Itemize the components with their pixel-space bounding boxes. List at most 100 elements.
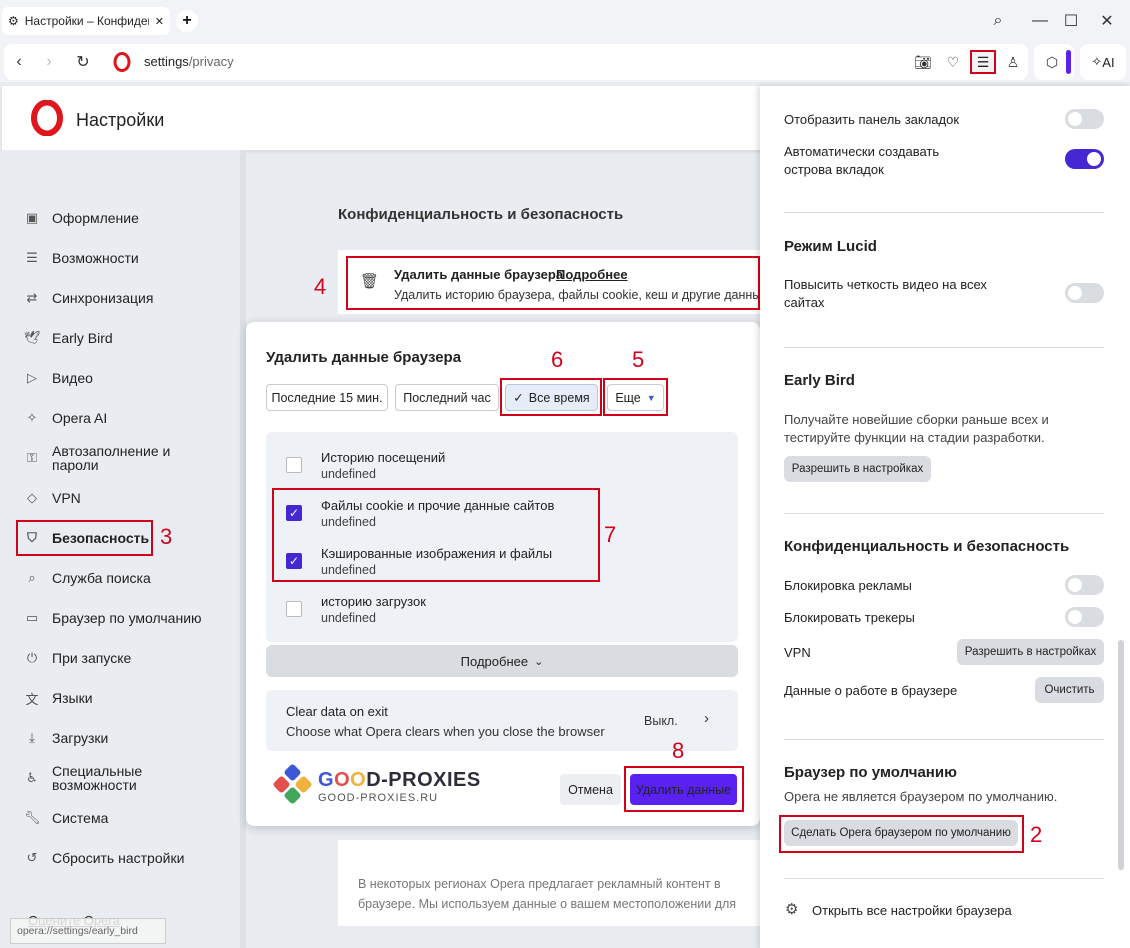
tab-search-icon[interactable]: ⌕ [984,8,1012,34]
minimize-button[interactable]: — [1026,8,1054,34]
highlight-box-more [603,378,668,416]
accessibility-icon: ♿︎ [26,770,38,785]
range-chip-15-min[interactable]: Последние 15 мин. [266,384,388,411]
wrench-icon: 🔧︎ [24,810,41,825]
forward-icon[interactable]: › [38,52,60,72]
ad-block-toggle[interactable] [1065,575,1104,595]
early-bird-title: Early Bird [784,372,855,389]
clear-on-exit-title: Clear data on exit [286,704,388,719]
downloads-checkbox[interactable] [286,601,302,617]
trackers-label: Блокировать трекеры [784,610,915,625]
browser-icon: ▭ [25,610,39,625]
cube-icon[interactable]: ⬡ [1041,52,1063,72]
camera-icon[interactable]: 📷︎ [912,52,934,72]
download-icon: ⤓ [29,730,35,745]
sidebar-indicator [1066,50,1071,74]
profile-icon[interactable]: ♙ [1002,52,1024,72]
tab-islands-label: Автоматически создавать острова вкладок [784,144,940,177]
option-title: историю загрузок [321,594,426,609]
dialog-title: Удалить данные браузера [266,349,462,366]
trackers-toggle[interactable] [1065,607,1104,627]
sidebar-item-label: Специальные возможности [52,763,143,793]
sidebar-item-label: Early Bird [52,330,113,346]
panel-scrollbar[interactable] [1118,640,1124,870]
sidebar-item-default-browser[interactable]: ▭ Браузер по умолчанию [24,607,202,629]
tab-islands-toggle[interactable] [1065,149,1104,169]
divider [784,878,1104,879]
sidebar-item-downloads[interactable]: ⤓ Загрузки [24,727,108,749]
history-checkbox[interactable] [286,457,302,473]
sidebar-item-appearance[interactable]: ▣ Оформление [24,207,139,229]
sidebar-item-video[interactable]: ▷ Видео [24,367,93,389]
chevron-down-icon: ⌄ [534,655,544,668]
sparkle-icon: ✧ [26,410,38,425]
easy-setup-icon[interactable]: ☰ [970,50,996,74]
sidebar-item-search-engine[interactable]: ⌕ Служба поиска [24,567,151,589]
heart-icon[interactable]: ♡ [942,52,964,72]
lucid-toggle[interactable] [1065,283,1104,303]
early-bird-allow-button[interactable]: Разрешить в настройках [784,456,931,482]
browsing-data-label: Данные о работе в браузере [784,683,958,698]
sidebar-item-system[interactable]: 🔧︎ Система [24,807,108,829]
url-text[interactable]: settings/privacy [144,54,234,69]
cancel-button[interactable]: Отмена [560,774,621,805]
sidebar-item-languages[interactable]: 文 Языки [24,687,92,709]
sidebar-item-label: Служба поиска [52,570,151,586]
open-all-settings-link[interactable]: Открыть все настройки браузера [812,903,1012,918]
option-subtitle: undefined [321,467,376,481]
reload-icon[interactable]: ↻ [72,52,94,72]
sidebar-item-label: Возможности [52,250,139,266]
sidebar-item-sync[interactable]: ⇄ Синхронизация [24,287,154,309]
close-window-button[interactable]: ✕ [1093,8,1121,34]
show-more-label: Подробнее [460,653,529,669]
option-subtitle: undefined [321,611,376,625]
highlight-box-security [16,520,153,556]
range-chip-last-hour[interactable]: Последний час [395,384,499,411]
sidebar-item-accessibility[interactable]: ♿︎ Специальные возможности [24,764,224,794]
sidebar-item-label: Видео [52,370,93,386]
bookmarks-bar-toggle[interactable] [1065,109,1104,129]
sidebar-item-on-startup[interactable]: ⏻ При запуске [24,647,131,669]
annotation-8: 8 [672,738,685,763]
sidebar-item-label: Сбросить настройки [52,850,185,866]
tab-settings-privacy[interactable]: ⚙ Настройки – Конфиденциальность ✕ [2,7,170,35]
sidebar-item-early-bird[interactable]: 🕊︎ Early Bird [24,327,113,349]
clear-browsing-data-button[interactable]: Очистить [1035,677,1104,703]
sidebar-item-reset[interactable]: ↺ Сбросить настройки [24,847,185,869]
maximize-button[interactable]: ☐ [1057,8,1085,34]
option-title: Историю посещений [321,450,446,465]
key-icon: ⚿ [27,450,37,465]
url-path: /privacy [188,54,234,69]
logo-letter: O [350,769,367,791]
sidebar-item-label: VPN [52,490,81,506]
highlight-box-options [272,488,600,582]
ad-block-label: Блокировка рекламы [784,578,912,593]
annotation-6: 6 [551,347,564,372]
ai-button[interactable]: ✧ AI [1080,44,1126,80]
sidebar-item-opera-ai[interactable]: ✧ Opera AI [24,407,108,429]
logo-letter: G [318,769,335,791]
chevron-right-icon: › [704,710,709,727]
divider [784,513,1104,514]
show-more-button[interactable]: Подробнее ⌄ [266,645,738,677]
highlight-box-delete [624,766,744,812]
vpn-allow-button[interactable]: Разрешить в настройках [957,639,1104,665]
sidebar-item-features[interactable]: ☰ Возможности [24,247,139,269]
bird-icon: 🕊︎ [24,330,41,345]
sidebar-item-label: Синхронизация [52,290,154,306]
logo-letter: O [334,769,351,791]
good-proxies-url: GOOD-PROXIES.RU [318,792,439,804]
back-icon[interactable]: ‹ [8,52,30,72]
sidebar-item-vpn[interactable]: ◇ VPN [24,487,81,509]
sidebar-item-label: Автозаполнение и пароли [52,443,171,473]
link-tooltip: opera://settings/early_bird [10,918,166,944]
section-title: Конфиденциальность и безопасность [338,206,624,223]
list-icon: ☰ [26,250,38,265]
default-browser-title: Браузер по умолчанию [784,764,957,781]
divider [784,212,1104,213]
sparkle-icon: ✧ [1091,54,1103,69]
new-tab-button[interactable]: + [176,10,198,32]
highlight-box-clear-data [346,256,760,310]
sidebar-item-autofill[interactable]: ⚿ Автозаполнение и пароли [24,444,224,474]
tab-close-icon[interactable]: ✕ [155,15,164,28]
